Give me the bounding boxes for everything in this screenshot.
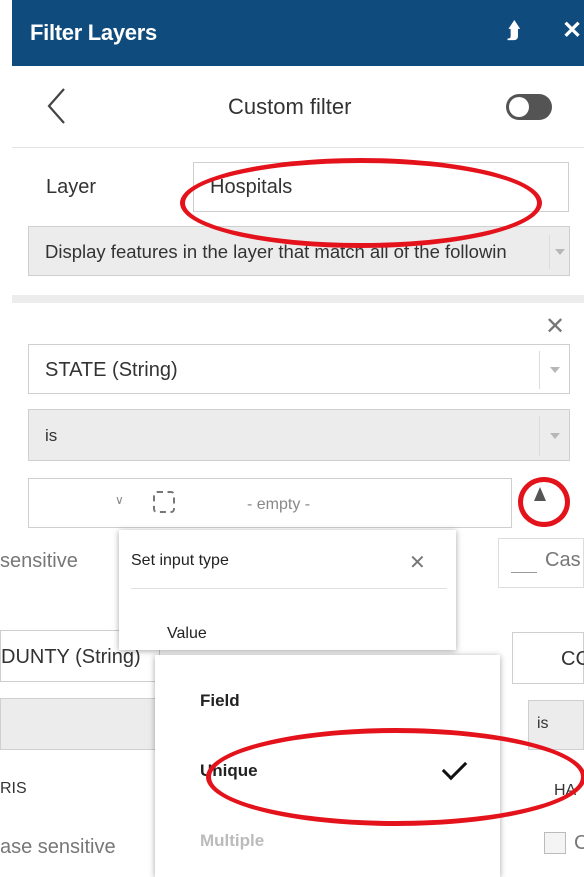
value-type-icon[interactable] [153,491,175,513]
field-select[interactable]: STATE (String) [28,344,570,394]
chevron-down-icon [550,367,560,373]
chevron-down-icon: ∨ [115,493,124,507]
right-field-select[interactable]: CC [512,632,584,684]
annotation-oval-layer [180,158,542,248]
right-field-value: CC [561,648,584,670]
annotation-oval-unique [206,728,584,826]
county-operator-select[interactable] [0,698,160,750]
annotation-circle [518,477,570,527]
panel-title: Filter Layers [30,20,157,45]
menu-item-multiple: Multiple [155,817,500,867]
right-operator-value: is [537,715,549,732]
toggle-knob [509,97,529,117]
operator-select[interactable]: is [28,409,570,461]
set-input-type-title: Set input type [131,552,229,569]
value-input[interactable]: ∨ - empty - [28,478,512,528]
divider [12,147,584,148]
case-sensitive-checkbox[interactable] [511,547,537,573]
popup-divider [131,588,447,589]
case-sensitive-right-label: Cas [545,549,581,571]
right-operator-select[interactable]: is [528,700,584,750]
close-panel-icon[interactable]: ✕ [562,16,582,45]
custom-filter-title: Custom filter [228,94,352,119]
chevron-down-icon [550,433,560,439]
set-input-type-popup: Set input type ✕ Value [119,530,456,650]
close-popup-icon[interactable]: ✕ [409,550,426,575]
county-value-text: RIS [0,780,27,797]
menu-item-field[interactable]: Field [155,677,500,727]
menu-item-multiple-label: Multiple [200,831,265,850]
custom-filter-toggle[interactable] [506,94,552,120]
remove-expression-icon[interactable]: ✕ [545,312,565,341]
layer-label: Layer [46,176,97,198]
value-input-placeholder: - empty - [247,496,311,513]
case-sensitive-left-label: sensitive [0,550,78,572]
case-sensitive-label-2: ase sensitive [0,836,116,858]
match-mode-value: Display features in the layer that match… [45,241,507,262]
back-icon[interactable] [44,86,70,126]
section-divider [12,295,584,303]
dropdown-separator [539,416,540,456]
case-sensitive-right: Cas [498,538,584,588]
dropdown-separator [549,235,550,269]
dropdown-separator [539,351,540,389]
right-case-glyph: C [574,832,584,854]
panel-header: Filter Layers ⮭ ✕ [12,0,584,66]
collapse-panel-icon[interactable]: ⮭ [507,18,520,44]
field-select-value: STATE (String) [45,359,178,381]
operator-select-value: is [45,426,58,445]
input-type-value-option[interactable]: Value [167,625,207,643]
right-case-checkbox[interactable] [544,832,566,854]
case-sensitive-left: sensitive [0,544,120,580]
menu-item-field-label: Field [200,691,240,710]
chevron-down-icon [555,249,565,255]
